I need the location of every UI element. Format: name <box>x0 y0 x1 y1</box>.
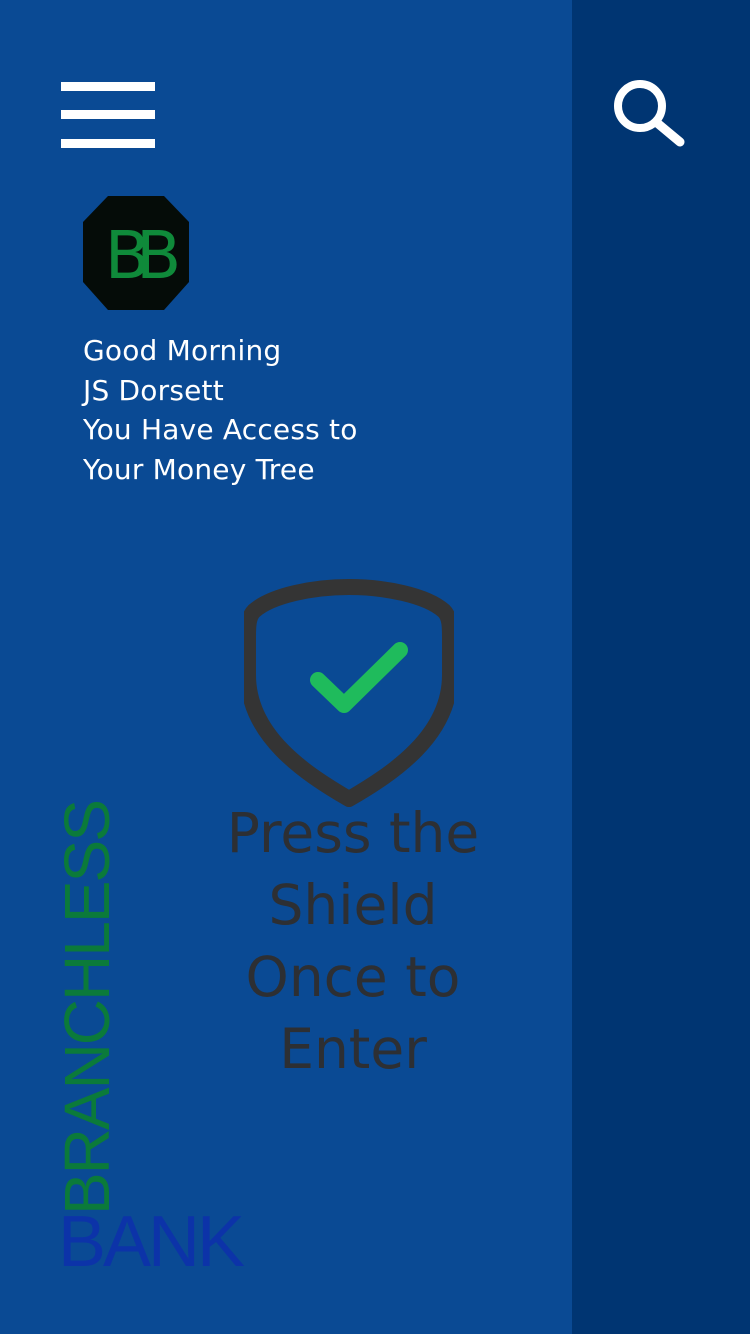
greeting-line-1: Good Morning <box>83 334 282 367</box>
search-icon <box>614 80 685 147</box>
instruction-line-4: Enter <box>279 1017 427 1081</box>
greeting-user-name: JS Dorsett <box>83 373 224 407</box>
side-panel <box>572 0 750 1334</box>
bank-logo: BB <box>82 194 191 312</box>
brand-name-bank: BANK <box>58 1202 245 1282</box>
greeting-line-3: You Have Access to <box>83 413 358 446</box>
logo-letters: BB <box>105 217 177 294</box>
login-screen: BB Good Morning JS Dorsett You Have Acce… <box>0 0 750 1334</box>
menu-button[interactable] <box>61 82 155 148</box>
greeting-line-4: Your Money Tree <box>83 452 315 486</box>
enter-instruction: Press the Shield Once to Enter <box>203 797 503 1085</box>
instruction-line-1: Press the <box>226 801 480 865</box>
brand-name-branchless: BRANCHLESS <box>51 801 123 1215</box>
shield-check-icon <box>240 579 458 807</box>
greeting-message: Good Morning JS Dorsett You Have Access … <box>83 331 523 489</box>
search-button[interactable] <box>610 74 688 152</box>
instruction-line-3: Once to <box>245 945 461 1009</box>
shield-enter-button[interactable] <box>240 575 458 807</box>
instruction-line-2: Shield <box>268 873 438 937</box>
